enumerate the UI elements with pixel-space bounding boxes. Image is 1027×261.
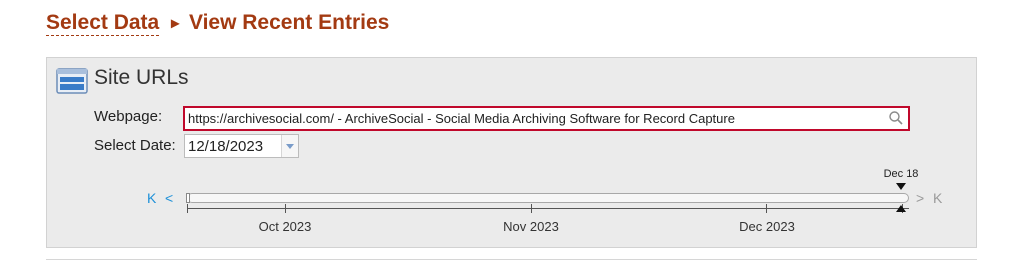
timeline-tick	[531, 204, 532, 213]
timeline-range-start-handle[interactable]	[186, 193, 190, 203]
select-date-label: Select Date:	[94, 137, 176, 154]
timeline-first-button[interactable]: K	[147, 190, 156, 206]
timeline-last-button[interactable]: K	[933, 190, 942, 206]
timeline-month-label: Nov 2023	[503, 219, 559, 234]
selected-date-marker-label: Dec 18	[883, 168, 919, 180]
selected-date-marker-bottom-icon[interactable]	[896, 205, 906, 212]
timeline-tick	[187, 204, 188, 213]
search-icon[interactable]	[888, 110, 904, 126]
date-dropdown-button[interactable]	[281, 135, 298, 157]
date-input[interactable]	[188, 137, 278, 155]
divider	[46, 259, 977, 260]
timeline-month-label: Dec 2023	[739, 219, 795, 234]
breadcrumb-separator-icon: ▸	[171, 15, 180, 32]
timeline-tick	[285, 204, 286, 213]
webpage-input[interactable]	[188, 109, 878, 128]
chevron-down-icon	[286, 144, 294, 149]
page-title: Select Data ▸ View Recent Entries	[46, 11, 390, 36]
timeline-axis	[187, 208, 909, 209]
breadcrumb-select-data[interactable]: Select Data	[46, 11, 160, 36]
timeline-prev-button[interactable]: <	[165, 190, 173, 206]
webpage-label: Webpage:	[94, 108, 163, 125]
site-urls-panel: Site URLs Webpage: Select Date: K < > K …	[46, 57, 977, 248]
timeline-tick	[766, 204, 767, 213]
date-picker[interactable]	[184, 134, 299, 158]
selected-date-marker-top-icon[interactable]	[896, 183, 906, 190]
timeline-month-label: Oct 2023	[258, 219, 312, 234]
timeline-next-button[interactable]: >	[916, 190, 924, 206]
browser-window-icon	[56, 68, 88, 94]
webpage-field[interactable]	[183, 106, 910, 131]
breadcrumb-current: View Recent Entries	[188, 11, 390, 34]
panel-title: Site URLs	[94, 66, 189, 89]
timeline-slider-track[interactable]	[187, 193, 909, 203]
